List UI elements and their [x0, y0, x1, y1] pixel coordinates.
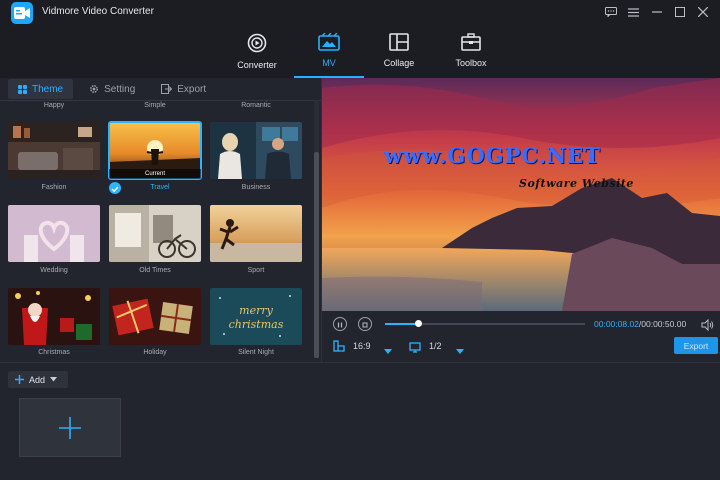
silent-night-text-merry: merry	[239, 304, 273, 317]
menu-icon[interactable]	[622, 5, 645, 19]
minimize-icon[interactable]	[645, 5, 668, 19]
add-button-label: Add	[29, 374, 46, 385]
app-title: Vidmore Video Converter	[42, 6, 154, 17]
theme-thumb-sport[interactable]	[210, 205, 302, 262]
close-icon[interactable]	[691, 5, 714, 19]
subtab-setting-label: Setting	[104, 83, 136, 95]
screen-dropdown-icon[interactable]	[456, 342, 464, 360]
add-button[interactable]: Add	[8, 371, 68, 388]
silent-night-text-christmas: christmas	[229, 318, 284, 331]
theme-label-fashion: Fashion	[41, 184, 67, 191]
mv-icon	[318, 33, 340, 51]
theme-scrollbar-thumb[interactable]	[314, 152, 319, 358]
current-time: 00:00:08.02	[594, 319, 639, 329]
theme-thumb-silent-night[interactable]: merry christmas	[210, 288, 302, 345]
theme-label-travel: Travel	[150, 184, 170, 191]
export-icon	[161, 84, 173, 94]
theme-label-old-times: Old Times	[139, 267, 171, 274]
theme-label-silent-night: Silent Night	[238, 349, 274, 356]
app-logo-icon	[11, 2, 33, 24]
theme-label-business: Business	[241, 184, 271, 191]
aspect-ratio-icon	[333, 339, 345, 357]
aspect-ratio-value[interactable]: 16:9	[353, 341, 371, 351]
tab-collage[interactable]: Collage	[364, 33, 434, 75]
bottom-separator	[0, 362, 720, 363]
sub-tabs: Theme Setting Export	[8, 78, 222, 100]
add-media-dropzone[interactable]	[19, 398, 121, 457]
theme-label-happy: Happy	[43, 102, 65, 109]
subtab-theme-label: Theme	[32, 83, 64, 95]
theme-thumb-fashion[interactable]	[8, 122, 100, 179]
seek-progress	[385, 323, 418, 325]
feedback-icon[interactable]	[599, 5, 622, 19]
title-bar: Vidmore Video Converter Converter MV Col…	[0, 0, 720, 78]
theme-label-romantic: Romantic	[241, 102, 271, 109]
collage-icon	[389, 33, 409, 51]
maximize-icon[interactable]	[668, 5, 691, 19]
theme-thumb-wedding[interactable]	[8, 205, 100, 262]
subtab-export[interactable]: Export	[151, 79, 216, 99]
theme-label-holiday: Holiday	[143, 349, 167, 356]
video-preview	[322, 78, 720, 311]
volume-icon[interactable]	[701, 318, 714, 336]
tab-collage-label: Collage	[383, 58, 415, 68]
total-time: /00:00:50.00	[638, 319, 687, 329]
theme-thumb-christmas[interactable]	[8, 288, 100, 345]
plus-icon	[15, 375, 24, 384]
pause-button[interactable]	[333, 317, 347, 331]
screen-icon	[409, 340, 421, 358]
tab-mv-label: MV	[322, 58, 336, 68]
pause-icon	[337, 322, 343, 328]
gear-icon	[90, 85, 99, 93]
stop-button[interactable]	[358, 317, 372, 331]
current-tag: Current	[109, 169, 201, 179]
theme-thumb-old-times[interactable]	[109, 205, 201, 262]
theme-thumb-holiday[interactable]	[109, 288, 201, 345]
screen-value[interactable]: 1/2	[429, 341, 442, 351]
watermark-main: www.GOGPC.NET	[384, 143, 601, 168]
add-media-plus-icon	[59, 417, 81, 439]
tab-toolbox-label: Toolbox	[455, 58, 487, 68]
aspect-ratio-dropdown-icon[interactable]	[384, 342, 392, 360]
watermark-sub: Software Website	[519, 177, 634, 190]
time-display: 00:00:08.02/00:00:50.00	[594, 319, 686, 329]
theme-label-christmas: Christmas	[38, 349, 70, 356]
window-controls	[599, 5, 714, 19]
export-button[interactable]: Export	[674, 337, 718, 354]
theme-thumb-business[interactable]	[210, 122, 302, 179]
theme-label-wedding: Wedding	[40, 267, 68, 274]
tab-mv[interactable]: MV	[294, 33, 364, 78]
subtab-export-label: Export	[177, 83, 207, 95]
tab-converter-label: Converter	[237, 60, 277, 70]
subtab-theme[interactable]: Theme	[8, 79, 74, 99]
theme-thumb-travel[interactable]: Current	[108, 121, 202, 180]
tab-converter[interactable]: Converter	[222, 33, 292, 75]
toolbox-icon	[461, 33, 481, 51]
theme-grid-icon	[18, 84, 27, 94]
converter-icon	[247, 33, 267, 53]
stop-icon	[362, 322, 368, 328]
subtab-divider	[0, 100, 321, 101]
seek-handle[interactable]	[415, 320, 422, 327]
subtab-setting[interactable]: Setting	[79, 79, 145, 99]
chevron-down-icon	[50, 377, 58, 382]
theme-label-simple: Simple	[144, 102, 166, 109]
theme-label-sport: Sport	[247, 267, 265, 274]
tab-toolbox[interactable]: Toolbox	[436, 33, 506, 75]
